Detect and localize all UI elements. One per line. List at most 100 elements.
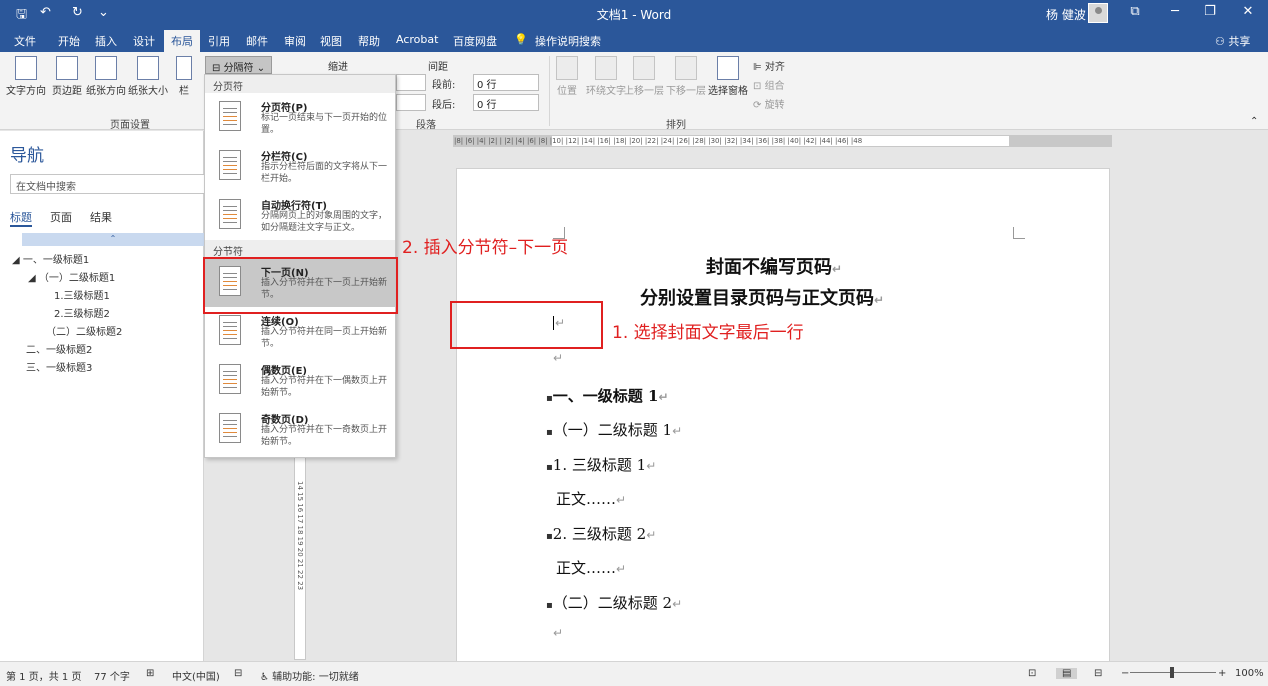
read-mode-icon[interactable]: ⊡ — [1028, 668, 1036, 679]
doc-heading-2[interactable]: ▪（二）二级标题 2↵ — [546, 592, 682, 613]
language[interactable]: 中文(中国) — [172, 668, 220, 683]
tab-acrobat[interactable]: Acrobat — [396, 33, 438, 46]
margins-button[interactable]: 页边距 — [52, 56, 82, 97]
nav-item[interactable]: （二）二级标题2 — [46, 323, 122, 338]
zoom-level[interactable]: 100% — [1235, 668, 1264, 679]
wrap-text-icon — [595, 56, 617, 80]
doc-heading-2[interactable]: ▪（一）二级标题 1↵ — [546, 419, 682, 440]
breaks-button[interactable]: ⊟ 分隔符 ⌄ — [205, 56, 273, 74]
tell-me-search[interactable]: 操作说明搜索 — [535, 33, 601, 49]
nav-item[interactable]: ◢ （一）二级标题1 — [28, 269, 115, 284]
zoom-in-button[interactable]: + — [1218, 668, 1226, 679]
menu-item-odd-page[interactable]: 奇数页(D) 插入分节符并在下一奇数页上开始新节。 — [205, 405, 395, 454]
spacing-before-field[interactable]: 0 行 — [473, 74, 539, 91]
collapse-icon[interactable]: ◢ — [28, 273, 39, 284]
doc-heading-1[interactable]: ▪一、一级标题 1↵ — [546, 385, 669, 406]
rotate-button[interactable]: ⟳ 旋转 — [753, 96, 785, 111]
orientation-button[interactable]: 纸张方向 — [86, 56, 126, 97]
tab-baidu-netdisk[interactable]: 百度网盘 — [453, 33, 497, 49]
doc-body-text-1: 正文…… — [556, 490, 617, 508]
nav-item[interactable]: 三、一级标题3 — [26, 359, 92, 374]
tab-file[interactable]: 文件 — [14, 33, 36, 49]
wrap-text-button[interactable]: 环绕文字 — [586, 56, 626, 97]
menu-item-continuous[interactable]: 连续(O) 插入分节符并在同一页上开始新节。 — [205, 307, 395, 356]
tab-references[interactable]: 引用 — [208, 33, 230, 49]
user-name[interactable]: 杨 健波 — [1046, 6, 1086, 23]
accessibility-status[interactable]: ♿ 辅助功能: 一切就绪 — [260, 668, 359, 683]
selection-pane-button[interactable]: 选择窗格 — [708, 56, 748, 97]
word-count[interactable]: 77 个字 — [94, 668, 130, 683]
minimize-button[interactable]: ─ — [1165, 4, 1185, 19]
tab-home[interactable]: 开始 — [58, 33, 80, 49]
close-button[interactable]: ✕ — [1238, 4, 1258, 19]
columns-button[interactable]: 栏 — [176, 56, 192, 97]
menu-item-column-break[interactable]: 分栏符(C) 指示分栏符后面的文字将从下一栏开始。 — [205, 142, 395, 191]
ribbon-display-options-icon[interactable]: ⧉ — [1125, 4, 1145, 19]
doc-body-text[interactable]: 正文……↵ — [556, 488, 626, 509]
print-layout-icon[interactable]: ▤ — [1056, 668, 1078, 679]
page-count[interactable]: 第 1 页，共 1 页 — [6, 668, 81, 683]
spacing-after-field[interactable]: 0 行 — [473, 94, 539, 111]
tab-help[interactable]: 帮助 — [358, 33, 380, 49]
size-label: 纸张大小 — [128, 86, 168, 97]
restore-button[interactable]: ❐ — [1200, 4, 1220, 19]
tab-review[interactable]: 审阅 — [284, 33, 306, 49]
nav-tab-pages[interactable]: 页面 — [50, 209, 72, 225]
doc-heading-3[interactable]: ▪2. 三级标题 2↵ — [546, 523, 656, 544]
tab-insert[interactable]: 插入 — [95, 33, 117, 49]
text-direction-button[interactable]: 文字方向 — [6, 56, 46, 97]
collapse-ribbon-icon[interactable]: ⌃ — [1250, 116, 1258, 127]
nav-tab-headings[interactable]: 标题 — [10, 209, 32, 225]
menu-item-page-break[interactable]: 分页符(P) 标记一页结束与下一页开始的位置。 — [205, 93, 395, 142]
indent-left-field[interactable] — [396, 74, 426, 91]
proofing-icon[interactable]: ⊞ — [146, 668, 154, 679]
menu-item-text-wrapping[interactable]: 自动换行符(T) 分隔网页上的对象周围的文字，如分隔题注文字与正文。 — [205, 191, 395, 240]
bullet: ▪ — [546, 531, 553, 542]
orientation-icon — [95, 56, 117, 80]
share-button[interactable]: ⚇ 共享 — [1215, 33, 1250, 49]
avatar[interactable] — [1088, 3, 1108, 23]
nav-search-input[interactable]: 在文档中搜索 — [10, 174, 210, 194]
zoom-slider-thumb[interactable] — [1170, 667, 1174, 678]
nav-item[interactable]: 2.三级标题2 — [54, 305, 110, 320]
doc-title-line-2[interactable]: 分别设置目录页码与正文页码↵ — [640, 284, 884, 310]
bring-forward-button[interactable]: 上移一层 — [624, 56, 664, 97]
tab-view[interactable]: 视图 — [320, 33, 342, 49]
align-label: 对齐 — [764, 62, 785, 73]
empty-line[interactable]: ↵ — [553, 626, 563, 640]
doc-heading-3[interactable]: ▪1. 三级标题 1↵ — [546, 454, 656, 475]
text-wrapping-icon — [219, 199, 241, 229]
position-button[interactable]: 位置 — [556, 56, 578, 97]
align-icon: ⊫ — [753, 62, 765, 73]
zoom-out-button[interactable]: − — [1121, 668, 1129, 679]
nav-item[interactable]: 1.三级标题1 — [54, 287, 110, 302]
menu-item-even-page[interactable]: 偶数页(E) 插入分节符并在下一偶数页上开始新节。 — [205, 356, 395, 405]
size-button[interactable]: 纸张大小 — [128, 56, 168, 97]
nav-tab-results[interactable]: 结果 — [90, 209, 112, 225]
group-button[interactable]: ⊡ 组合 — [753, 77, 785, 92]
tab-mailings[interactable]: 邮件 — [246, 33, 268, 49]
accessibility-label: 辅助功能: 一切就绪 — [272, 672, 359, 683]
nav-item-label: 1.三级标题1 — [54, 291, 110, 302]
nav-item-label: 三、一级标题3 — [26, 363, 93, 374]
group-icon: ⊡ — [753, 81, 765, 92]
nav-collapse-bar[interactable]: ⌃ — [22, 233, 204, 246]
doc-body-text[interactable]: 正文……↵ — [556, 557, 626, 578]
paragraph-mark: ↵ — [672, 424, 683, 438]
send-backward-button[interactable]: 下移一层 — [666, 56, 706, 97]
ribbon-tabs: 文件 开始 插入 设计 布局 引用 邮件 审阅 视图 帮助 Acrobat 百度… — [0, 28, 1268, 52]
paragraph-mark: ↵ — [646, 459, 657, 473]
tab-design[interactable]: 设计 — [133, 33, 155, 49]
indent-right-field[interactable] — [396, 94, 426, 111]
nav-item[interactable]: ◢ 一、一级标题1 — [12, 251, 89, 266]
empty-line[interactable]: ↵ — [553, 351, 563, 365]
web-layout-icon[interactable]: ⊟ — [1094, 668, 1102, 679]
horizontal-ruler[interactable]: |8| |6| |4| |2| | |2| |4| |6| |8| |10| |… — [453, 135, 1112, 147]
chevron-down-icon: ⌄ — [253, 63, 266, 74]
nav-item[interactable]: 二、一级标题2 — [26, 341, 92, 356]
tab-layout[interactable]: 布局 — [164, 30, 200, 52]
macro-icon[interactable]: ⊟ — [234, 668, 242, 679]
doc-title-line-1[interactable]: 封面不编写页码↵ — [706, 253, 842, 279]
align-button[interactable]: ⊫ 对齐 — [753, 58, 785, 73]
collapse-icon[interactable]: ◢ — [12, 255, 23, 266]
